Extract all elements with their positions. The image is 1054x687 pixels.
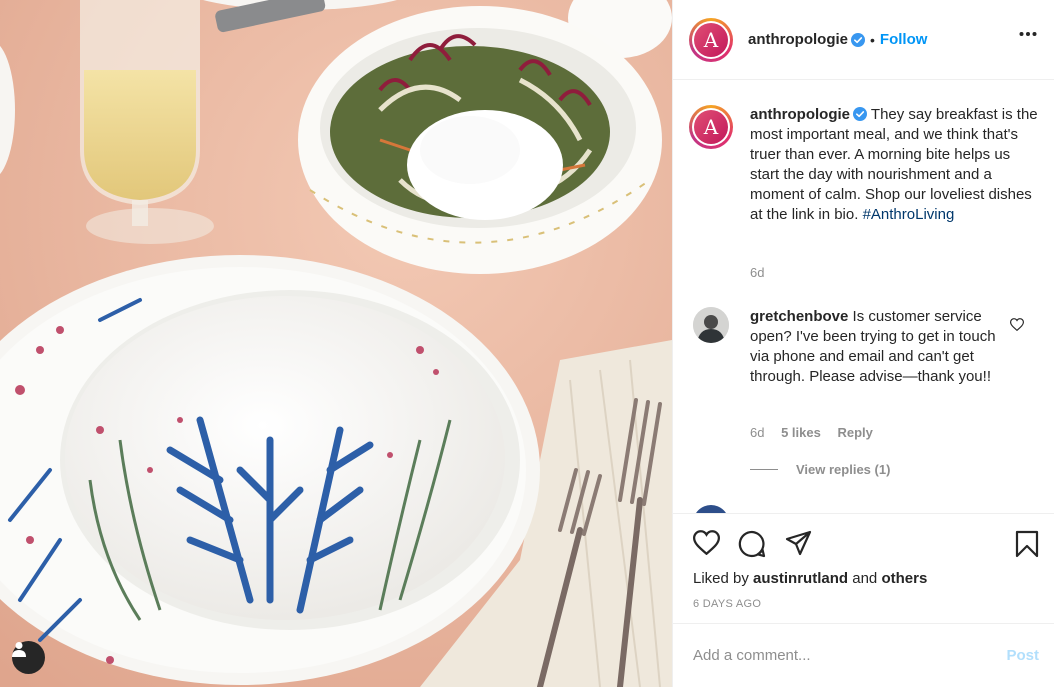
- verified-badge-icon: [851, 32, 865, 47]
- commenter-avatar[interactable]: [693, 307, 729, 343]
- like-comment-heart-icon[interactable]: [1010, 318, 1024, 331]
- next-comment-avatar[interactable]: [693, 505, 729, 513]
- caption-timestamp: 6d: [750, 265, 765, 280]
- replies-divider: [750, 469, 778, 470]
- view-replies-button[interactable]: View replies (1): [750, 462, 890, 477]
- tagged-user-icon[interactable]: [12, 641, 45, 674]
- liked-by-others[interactable]: others: [881, 570, 927, 587]
- caption-avatar[interactable]: A: [689, 105, 733, 149]
- caption-text-block: anthropologie They say breakfast is the …: [750, 105, 1040, 225]
- comments-list[interactable]: A anthropologie They say breakfast is th…: [673, 81, 1054, 513]
- more-horizontal-icon[interactable]: [1019, 31, 1037, 37]
- verified-badge-icon: [853, 107, 867, 121]
- caption-username[interactable]: anthropologie: [750, 106, 850, 123]
- separator-dot: •: [870, 31, 875, 48]
- liked-by-user[interactable]: austinrutland: [753, 570, 848, 587]
- avatar-letter: A: [694, 22, 728, 57]
- food-photo-illustration: [0, 0, 672, 687]
- post-comment-button[interactable]: Post: [1006, 647, 1039, 664]
- comment-username[interactable]: gretchenbove: [750, 308, 848, 325]
- commenter-photo: [693, 307, 729, 343]
- hashtag-link[interactable]: #AnthroLiving: [863, 206, 955, 223]
- reply-button[interactable]: Reply: [837, 425, 872, 440]
- person-icon: [12, 642, 26, 657]
- comment-likes[interactable]: 5 likes: [781, 425, 821, 440]
- post-photo[interactable]: [0, 0, 672, 687]
- liked-by-prefix: Liked by: [693, 570, 749, 587]
- bookmark-icon[interactable]: [1015, 530, 1039, 558]
- header-username[interactable]: anthropologie: [748, 31, 848, 48]
- liked-by-text: Liked by austinrutland and others: [693, 570, 927, 587]
- comment-timestamp: 6d: [750, 425, 765, 440]
- add-comment-bar: Post: [673, 623, 1054, 687]
- avatar-ring: A: [692, 108, 730, 146]
- post-timestamp[interactable]: 6 DAYS AGO: [693, 598, 761, 610]
- profile-avatar[interactable]: A: [689, 17, 733, 62]
- like-heart-icon[interactable]: [693, 530, 720, 555]
- avatar-letter: A: [694, 110, 728, 144]
- follow-button[interactable]: Follow: [880, 31, 928, 48]
- comment-item: gretchenbove Is customer service open? I…: [693, 307, 1048, 387]
- share-direct-icon[interactable]: [785, 530, 812, 556]
- post-header: A anthropologie • Follow: [673, 0, 1054, 80]
- post-details-panel: A anthropologie • Follow A anthropologie…: [672, 0, 1054, 687]
- caption: A anthropologie They say breakfast is th…: [689, 105, 1044, 225]
- post-actions: Liked by austinrutland and others 6 DAYS…: [673, 513, 1054, 623]
- liked-by-and: and: [852, 570, 878, 587]
- comment-meta: 6d 5 likes Reply: [750, 425, 886, 440]
- comment-bubble-icon[interactable]: [738, 530, 766, 558]
- view-replies-label: View replies (1): [796, 462, 891, 477]
- comment-text-block: gretchenbove Is customer service open? I…: [750, 307, 1002, 387]
- avatar-ring: A: [692, 20, 730, 59]
- add-comment-input[interactable]: [693, 647, 1007, 664]
